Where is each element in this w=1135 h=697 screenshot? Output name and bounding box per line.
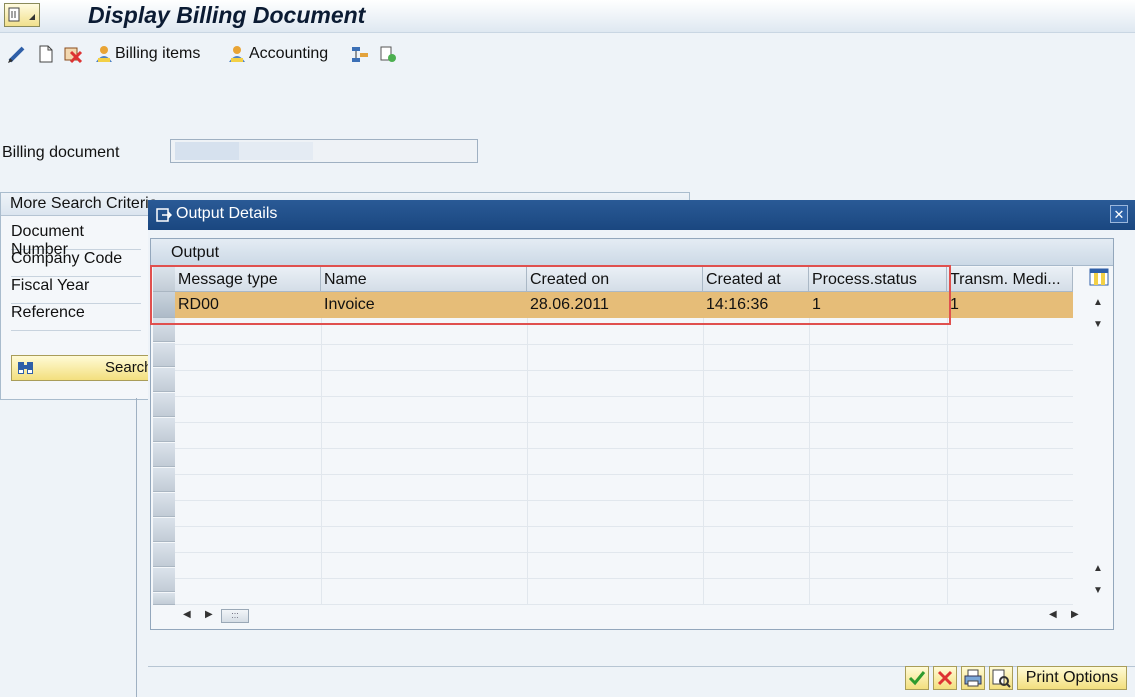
- row-selector[interactable]: [153, 493, 175, 517]
- row-selector[interactable]: [153, 568, 175, 592]
- column-divider: [703, 318, 704, 604]
- accounting-icon[interactable]: [227, 44, 247, 64]
- dialog-title: Output Details: [176, 205, 278, 222]
- table-row-empty: [175, 500, 1073, 527]
- row-selector[interactable]: [153, 418, 175, 442]
- column-header-transmission-medium[interactable]: Transm. Medi...: [947, 267, 1073, 292]
- cell-transmission-medium: 1: [950, 296, 959, 313]
- scroll-left-icon[interactable]: ◀: [1049, 609, 1057, 620]
- splitter[interactable]: [136, 398, 137, 697]
- row-selector[interactable]: [153, 343, 175, 367]
- table-row-empty: [175, 344, 1073, 371]
- print-preview-button[interactable]: [989, 666, 1013, 690]
- search-criteria-title: More Search Criteria: [10, 195, 158, 212]
- search-button-label: Search: [105, 359, 153, 376]
- billing-document-label: Billing document: [2, 144, 120, 161]
- billing-document-input[interactable]: [170, 139, 478, 163]
- column-divider: [947, 318, 948, 604]
- column-divider: [809, 318, 810, 604]
- row-selector[interactable]: [153, 468, 175, 492]
- output-section-header: Output: [151, 239, 1113, 266]
- criteria-reference: Reference: [11, 304, 141, 331]
- row-selector[interactable]: [153, 393, 175, 417]
- cancel-button[interactable]: [933, 666, 957, 690]
- criteria-company-code: Company Code: [11, 250, 141, 277]
- pencil-icon[interactable]: [7, 44, 27, 64]
- table-row-empty: [175, 578, 1073, 605]
- scroll-down-icon[interactable]: ▼: [1093, 319, 1103, 330]
- display-object-icon[interactable]: [378, 44, 398, 64]
- print-preview-icon: [992, 669, 1011, 688]
- system-menu-icon: [8, 7, 35, 22]
- checkmark-icon: [908, 671, 926, 686]
- table-row-empty: [175, 370, 1073, 397]
- output-section-title: Output: [171, 244, 220, 261]
- scroll-up-icon[interactable]: ▲: [1093, 563, 1103, 574]
- dialog-footer-divider: [148, 666, 1135, 667]
- criteria-document-number: Document Number: [11, 223, 141, 258]
- scroll-right-icon[interactable]: ▶: [205, 609, 213, 620]
- row-selector[interactable]: [153, 443, 175, 467]
- scroll-left-icon[interactable]: ◀: [183, 609, 191, 620]
- row-selector[interactable]: [153, 368, 175, 392]
- page-title: Display Billing Document: [88, 2, 366, 28]
- billing-document-value-mask: [175, 142, 239, 160]
- document-flow-icon[interactable]: [350, 44, 370, 64]
- print-button[interactable]: [961, 666, 985, 690]
- horizontal-scrollbar[interactable]: ◀ ▶ ::: ◀ ▶: [177, 605, 1085, 625]
- column-divider: [321, 318, 322, 604]
- column-layout-icon[interactable]: [1089, 267, 1109, 287]
- table-row-empty: [175, 552, 1073, 579]
- accounting-button[interactable]: Accounting: [249, 45, 328, 63]
- billing-items-icon[interactable]: [94, 44, 114, 64]
- table-row-empty: [175, 396, 1073, 423]
- dialog-title-bar: Output Details ✕: [148, 200, 1135, 230]
- close-icon[interactable]: ✕: [1110, 205, 1128, 223]
- system-menu-button[interactable]: [4, 3, 40, 27]
- printer-icon: [964, 669, 982, 687]
- table-row-empty: [175, 448, 1073, 475]
- row-selector[interactable]: [153, 518, 175, 542]
- continue-button[interactable]: [905, 666, 929, 690]
- title-bar: Display Billing Document: [0, 0, 1135, 33]
- billing-document-value-mask: [239, 142, 313, 160]
- row-selector[interactable]: [153, 543, 175, 567]
- column-divider: [527, 318, 528, 604]
- table-row-empty: [175, 526, 1073, 553]
- scroll-down-icon[interactable]: ▼: [1093, 585, 1103, 596]
- billing-items-button[interactable]: Billing items: [115, 45, 200, 63]
- binoculars-icon: [18, 362, 33, 374]
- table-row-empty: [175, 474, 1073, 501]
- search-button[interactable]: Search: [11, 355, 153, 381]
- scroll-thumb[interactable]: :::: [221, 609, 249, 623]
- scroll-up-icon[interactable]: ▲: [1093, 297, 1103, 308]
- cancel-icon: [937, 670, 953, 686]
- table-row-empty: [175, 422, 1073, 449]
- row-selector[interactable]: [153, 593, 175, 605]
- highlight-box: [150, 265, 951, 325]
- vertical-scrollbar[interactable]: ▲ ▼ ▲ ▼: [1085, 267, 1111, 605]
- cancel-document-icon[interactable]: [63, 44, 83, 64]
- print-options-button[interactable]: Print Options: [1017, 666, 1127, 690]
- output-icon: [156, 208, 172, 222]
- new-document-icon[interactable]: [36, 44, 56, 64]
- application-toolbar: Billing items Accounting: [0, 38, 1135, 72]
- criteria-fiscal-year: Fiscal Year: [11, 277, 141, 304]
- scroll-right-icon[interactable]: ▶: [1071, 609, 1079, 620]
